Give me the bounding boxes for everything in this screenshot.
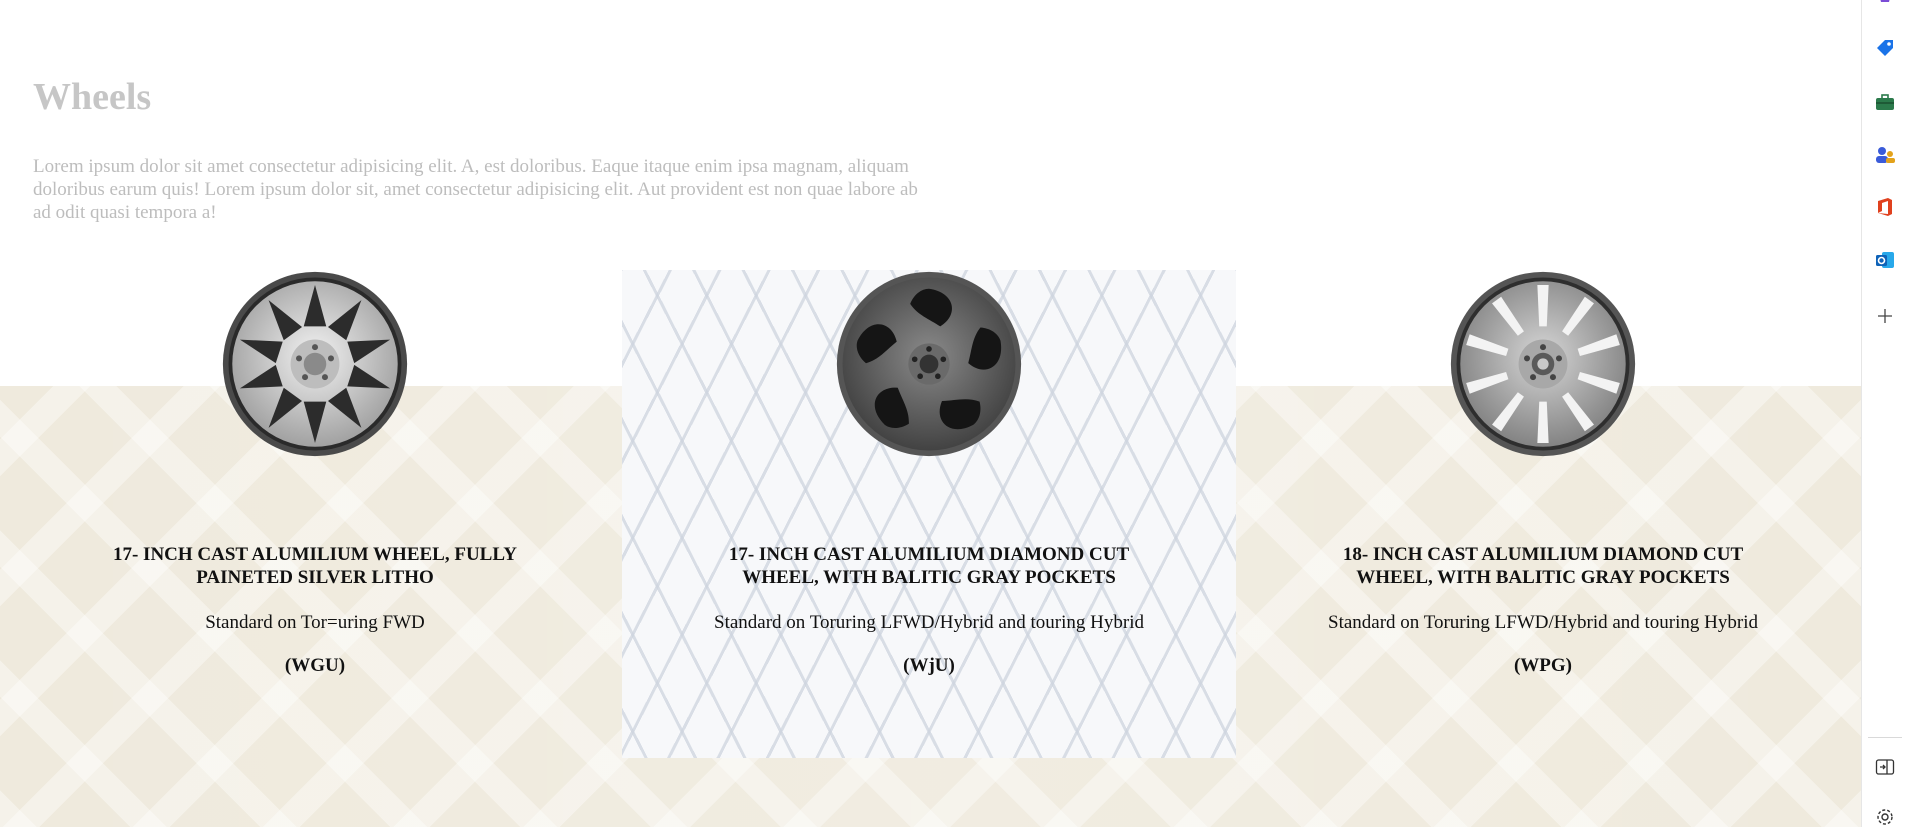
sidebar-divider xyxy=(1868,737,1902,738)
settings-icon[interactable] xyxy=(1873,805,1897,829)
page-title: Wheels xyxy=(33,76,152,118)
page-content: Wheels Lorem ipsum dolor sit amet consec… xyxy=(0,0,1861,827)
wheel-code: (WPG) xyxy=(1513,655,1573,676)
people-icon[interactable] xyxy=(1873,142,1897,166)
wheel-availability: Standard on Toruring LFWD/Hybrid and tou… xyxy=(714,612,1144,633)
wheel-availability: Standard on Tor=uring FWD xyxy=(205,612,425,633)
wheel-availability: Standard on Toruring LFWD/Hybrid and tou… xyxy=(1328,612,1758,633)
wheel-image-dark-gray xyxy=(836,271,1022,457)
copilot-icon[interactable] xyxy=(1873,0,1897,14)
wheel-image-gray xyxy=(1450,271,1636,457)
add-icon[interactable] xyxy=(1873,304,1897,328)
wheel-card-2[interactable]: 17- INCH CAST ALUMILIUM DIAMOND CUT WHEE… xyxy=(622,270,1236,758)
office-icon[interactable] xyxy=(1873,195,1897,219)
wheel-title: 17- INCH CAST ALUMILIUM WHEEL, FULLY PAI… xyxy=(112,544,517,588)
section-description: Lorem ipsum dolor sit amet consectetur a… xyxy=(33,156,918,223)
toolbox-icon[interactable] xyxy=(1873,90,1897,114)
wheel-card-3[interactable]: 18- INCH CAST ALUMILIUM DIAMOND CUT WHEE… xyxy=(1236,270,1850,758)
browser-sidebar xyxy=(1861,0,1907,827)
wheel-image-silver xyxy=(222,271,408,457)
wheel-code: (WGU) xyxy=(284,655,346,676)
shopping-tag-icon[interactable] xyxy=(1873,36,1897,60)
split-screen-icon[interactable] xyxy=(1873,755,1897,779)
outlook-icon[interactable] xyxy=(1873,248,1897,272)
wheel-title: 17- INCH CAST ALUMILIUM DIAMOND CUT WHEE… xyxy=(728,544,1130,588)
wheel-card-1[interactable]: 17- INCH CAST ALUMILIUM WHEEL, FULLY PAI… xyxy=(8,270,622,758)
wheel-code: (WjU) xyxy=(903,655,955,676)
wheel-title: 18- INCH CAST ALUMILIUM DIAMOND CUT WHEE… xyxy=(1342,544,1744,588)
